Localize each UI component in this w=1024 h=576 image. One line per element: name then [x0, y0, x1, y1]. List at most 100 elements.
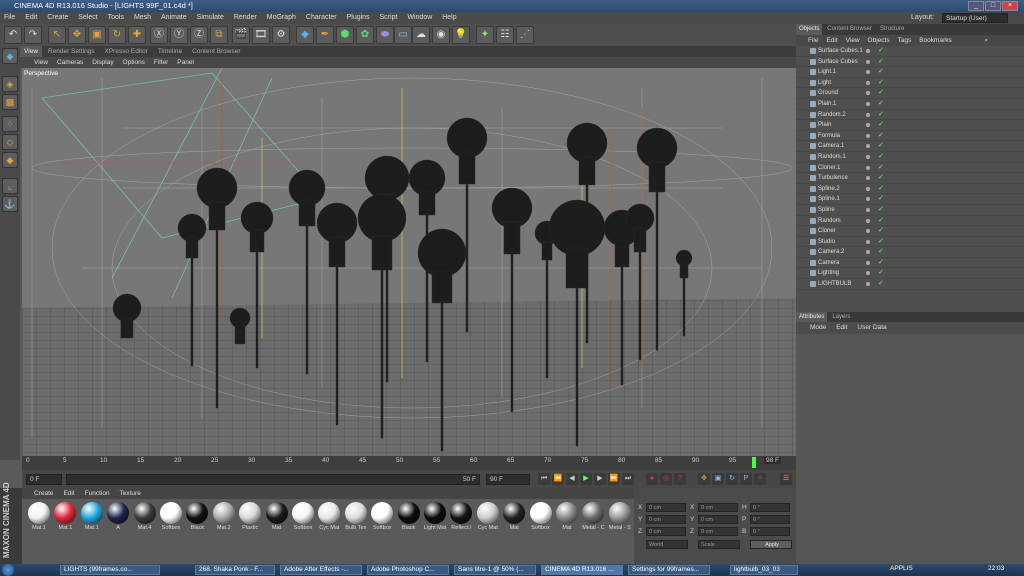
move-icon[interactable]: ✥: [68, 26, 86, 44]
grid-icon[interactable]: ⋰: [516, 26, 534, 44]
menu-create[interactable]: Create: [47, 14, 68, 21]
object-row[interactable]: Plain ✓: [796, 120, 1024, 131]
enabled-check-icon[interactable]: ✓: [878, 205, 884, 216]
coordinate-system-icon[interactable]: ⧉: [210, 26, 228, 44]
scale-icon[interactable]: ▣: [88, 26, 106, 44]
object-row[interactable]: Spline ✓: [796, 205, 1024, 216]
tab-content-browser[interactable]: Content Browser: [188, 46, 244, 57]
timeline-menu-icon[interactable]: ☰: [780, 473, 792, 485]
tab-view[interactable]: View: [20, 46, 42, 57]
enabled-check-icon[interactable]: ✓: [878, 247, 884, 258]
mat-menu-function[interactable]: Function: [85, 490, 110, 497]
material-swatch[interactable]: Black: [396, 502, 422, 534]
close-button[interactable]: ×: [1002, 1, 1018, 11]
edges-mode-icon[interactable]: ◇: [2, 134, 18, 150]
enabled-check-icon[interactable]: ✓: [878, 99, 884, 110]
enabled-check-icon[interactable]: ✓: [878, 163, 884, 174]
visibility-dot-icon[interactable]: [866, 70, 870, 75]
vp-menu-filter[interactable]: Filter: [154, 59, 168, 66]
polygons-mode-icon[interactable]: ◆: [2, 152, 18, 168]
vp-menu-options[interactable]: Options: [123, 59, 145, 66]
visibility-dot-icon[interactable]: [866, 154, 870, 159]
object-row[interactable]: Lighting ✓: [796, 268, 1024, 280]
material-swatch[interactable]: Mat.1: [79, 502, 105, 534]
model-mode-icon[interactable]: ◆: [2, 48, 18, 64]
tab-timeline[interactable]: Timeline: [154, 46, 186, 57]
taskbar-item[interactable]: Adobe After Effects -...: [280, 565, 362, 575]
cube-primitive-icon[interactable]: ◆: [296, 26, 314, 44]
menu-window[interactable]: Window: [407, 14, 432, 21]
object-row[interactable]: LIGHTBULB ✓: [796, 279, 1024, 290]
object-row[interactable]: Light ✓: [796, 78, 1024, 89]
mat-menu-texture[interactable]: Texture: [120, 490, 141, 497]
go-to-end-icon[interactable]: ⏭: [622, 473, 634, 485]
visibility-dot-icon[interactable]: [866, 186, 870, 191]
enabled-check-icon[interactable]: ✓: [878, 131, 884, 142]
start-frame-field[interactable]: 0 F: [26, 474, 62, 485]
object-row[interactable]: Surface Cubes.1 ✓: [796, 46, 1024, 57]
material-swatch[interactable]: Mat: [554, 502, 580, 534]
visibility-dot-icon[interactable]: [866, 59, 870, 64]
menu-simulate[interactable]: Simulate: [197, 14, 224, 21]
object-row[interactable]: Cloner.1 ✓: [796, 163, 1024, 174]
visibility-dot-icon[interactable]: [866, 123, 870, 128]
menu-mesh[interactable]: Mesh: [134, 14, 151, 21]
object-row[interactable]: Cloner ✓: [796, 226, 1024, 237]
floor-icon[interactable]: ▭: [394, 26, 412, 44]
camera-icon[interactable]: ◉: [432, 26, 450, 44]
material-swatch[interactable]: Softbox: [158, 502, 184, 534]
visibility-dot-icon[interactable]: [866, 218, 870, 223]
vp-menu-panel[interactable]: Panel: [177, 59, 194, 66]
menu-render[interactable]: Render: [234, 14, 257, 21]
pos-y-field[interactable]: 0 cm: [646, 515, 686, 524]
pos-x-field[interactable]: 0 cm: [646, 503, 686, 512]
visibility-dot-icon[interactable]: [866, 101, 870, 106]
taskbar-item[interactable]: 268. Shaka Ponk - F...: [195, 565, 275, 575]
material-swatch[interactable]: Mat.2: [211, 502, 237, 534]
workplane-icon[interactable]: ☷: [496, 26, 514, 44]
visibility-dot-icon[interactable]: [866, 80, 870, 85]
menu-character[interactable]: Character: [306, 14, 337, 21]
object-row[interactable]: Light.1 ✓: [796, 67, 1024, 78]
obj-menu-view[interactable]: View: [846, 37, 860, 44]
key-param-icon[interactable]: P: [740, 473, 752, 485]
sky-icon[interactable]: ☁: [412, 26, 430, 44]
render-view-icon[interactable]: 🎬: [232, 26, 250, 44]
end-frame-field[interactable]: 90 F: [486, 474, 530, 485]
menu-tools[interactable]: Tools: [108, 14, 124, 21]
add-icon[interactable]: ✚: [128, 26, 146, 44]
visibility-dot-icon[interactable]: [866, 239, 870, 244]
material-swatch[interactable]: Plastic: [237, 502, 263, 534]
prev-key-icon[interactable]: ⏪: [552, 473, 564, 485]
x-axis-icon[interactable]: Ⓧ: [150, 26, 168, 44]
world-dropdown[interactable]: World: [646, 540, 688, 549]
taskbar-item[interactable]: Adobe Photoshop C...: [367, 565, 449, 575]
visibility-dot-icon[interactable]: [866, 176, 870, 181]
visibility-dot-icon[interactable]: [866, 133, 870, 138]
3d-viewport[interactable]: Perspective: [22, 68, 796, 456]
visibility-dot-icon[interactable]: [866, 271, 870, 276]
menu-plugins[interactable]: Plugins: [347, 14, 370, 21]
visibility-dot-icon[interactable]: [866, 91, 870, 96]
visibility-dot-icon[interactable]: [866, 49, 870, 53]
axis-mode-icon[interactable]: ⌞: [2, 178, 18, 194]
attr-menu-user-data[interactable]: User Data: [857, 324, 886, 331]
object-row[interactable]: Camera.2 ✓: [796, 247, 1024, 258]
z-axis-icon[interactable]: Ⓩ: [190, 26, 208, 44]
next-frame-icon[interactable]: ▶: [594, 473, 606, 485]
array-icon[interactable]: ✿: [356, 26, 374, 44]
pos-z-field[interactable]: 0 cm: [646, 527, 686, 536]
enabled-check-icon[interactable]: ✓: [878, 226, 884, 237]
object-row[interactable]: Spline.2 ✓: [796, 184, 1024, 195]
y-axis-icon[interactable]: Ⓨ: [170, 26, 188, 44]
timeline-playhead[interactable]: [752, 457, 756, 468]
key-pla-icon[interactable]: ⁘: [754, 473, 766, 485]
key-position-icon[interactable]: ✥: [698, 473, 710, 485]
object-row[interactable]: Formula ✓: [796, 131, 1024, 142]
material-swatch[interactable]: Mat.1: [26, 502, 52, 534]
menu-animate[interactable]: Animate: [161, 14, 187, 21]
obj-menu-tags[interactable]: Tags: [898, 37, 912, 44]
search-icon[interactable]: ⌕: [984, 35, 988, 46]
tab-xpresso-editor[interactable]: XPresso Editor: [101, 46, 152, 57]
subdivision-icon[interactable]: ⬢: [336, 26, 354, 44]
